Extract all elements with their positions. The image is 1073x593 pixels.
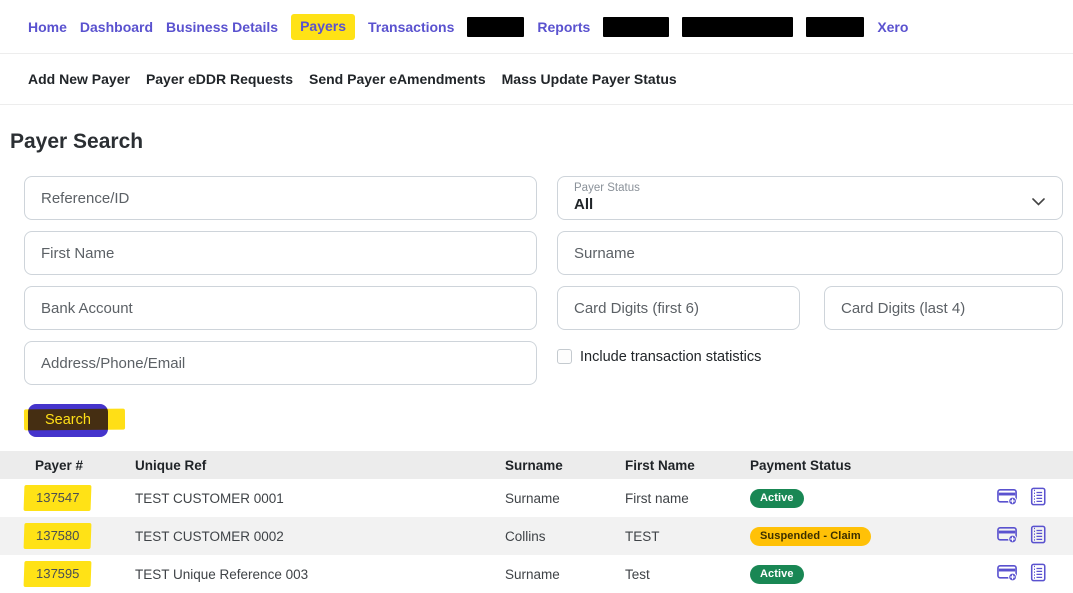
journal-icon[interactable] (1029, 563, 1047, 585)
table-row: 137547 TEST CUSTOMER 0001 Surname First … (0, 479, 1073, 517)
first-name-cell: TEST (625, 517, 750, 555)
top-nav: Home Dashboard Business Details Payers T… (0, 0, 1073, 54)
surname-input[interactable] (557, 231, 1063, 275)
first-name-input[interactable] (24, 231, 537, 275)
col-header-payment-status: Payment Status (750, 451, 990, 479)
journal-icon[interactable] (1029, 487, 1047, 509)
nav-item-transactions[interactable]: Transactions (368, 19, 454, 35)
surname-cell: Surname (505, 555, 625, 593)
nav-item-reports[interactable]: Reports (537, 19, 590, 35)
unique-ref-cell: TEST CUSTOMER 0001 (135, 479, 505, 517)
nav-item-dashboard[interactable]: Dashboard (80, 19, 153, 35)
table-row: 137595 TEST Unique Reference 003 Surname… (0, 555, 1073, 593)
subnav-payer-eddr-requests[interactable]: Payer eDDR Requests (146, 71, 293, 87)
payer-id-link-highlighted[interactable]: 137595 (24, 561, 92, 587)
redacted-nav-item[interactable] (806, 17, 864, 37)
redacted-nav-item[interactable] (682, 17, 793, 37)
payer-status-value: All (574, 195, 1022, 214)
card-add-icon[interactable] (997, 564, 1018, 585)
col-header-actions (990, 451, 1073, 479)
payer-search-form: Payer Status All (24, 176, 1063, 385)
payment-status-badge: Suspended - Claim (750, 527, 871, 546)
card-add-icon[interactable] (997, 488, 1018, 509)
table-row: 137580 TEST CUSTOMER 0002 Collins TEST S… (0, 517, 1073, 555)
address-phone-email-input[interactable] (24, 341, 537, 385)
payer-status-select[interactable]: Payer Status All (557, 176, 1063, 220)
payment-status-badge: Active (750, 489, 804, 508)
col-header-payer-no: Payer # (0, 451, 135, 479)
payer-results-table: Payer # Unique Ref Surname First Name Pa… (0, 451, 1073, 593)
first-name-cell: Test (625, 555, 750, 593)
nav-item-business-details[interactable]: Business Details (166, 19, 278, 35)
page-title: Payer Search (10, 130, 1073, 154)
nav-item-payers-highlighted[interactable]: Payers (291, 14, 355, 40)
col-header-surname: Surname (505, 451, 625, 479)
redacted-nav-item[interactable] (603, 17, 669, 37)
search-button-row: Search (28, 404, 1073, 437)
payer-id-link-highlighted[interactable]: 137547 (24, 485, 92, 511)
reference-id-input[interactable] (24, 176, 537, 220)
card-digits-first6-input[interactable] (557, 286, 800, 330)
chevron-down-icon (1032, 193, 1045, 209)
first-name-cell: First name (625, 479, 750, 517)
unique-ref-cell: TEST CUSTOMER 0002 (135, 517, 505, 555)
nav-item-xero[interactable]: Xero (877, 19, 908, 35)
redacted-nav-item[interactable] (467, 17, 524, 37)
card-add-icon[interactable] (997, 526, 1018, 547)
payer-status-label: Payer Status (574, 182, 1022, 195)
col-header-unique-ref: Unique Ref (135, 451, 505, 479)
include-transaction-statistics-checkbox[interactable] (557, 349, 572, 364)
include-transaction-statistics-label: Include transaction statistics (580, 349, 761, 365)
unique-ref-cell: TEST Unique Reference 003 (135, 555, 505, 593)
surname-cell: Surname (505, 479, 625, 517)
col-header-first-name: First Name (625, 451, 750, 479)
payer-id-link-highlighted[interactable]: 137580 (24, 523, 92, 549)
payer-sub-nav: Add New Payer Payer eDDR Requests Send P… (0, 54, 1073, 105)
table-header-row: Payer # Unique Ref Surname First Name Pa… (0, 451, 1073, 479)
bank-account-input[interactable] (24, 286, 537, 330)
nav-item-home[interactable]: Home (28, 19, 67, 35)
journal-icon[interactable] (1029, 525, 1047, 547)
subnav-mass-update-payer-status[interactable]: Mass Update Payer Status (502, 71, 677, 87)
subnav-add-new-payer[interactable]: Add New Payer (28, 71, 130, 87)
card-digits-last4-input[interactable] (824, 286, 1063, 330)
search-button[interactable]: Search (28, 404, 108, 437)
surname-cell: Collins (505, 517, 625, 555)
subnav-send-payer-eamendments[interactable]: Send Payer eAmendments (309, 71, 486, 87)
payment-status-badge: Active (750, 565, 804, 584)
